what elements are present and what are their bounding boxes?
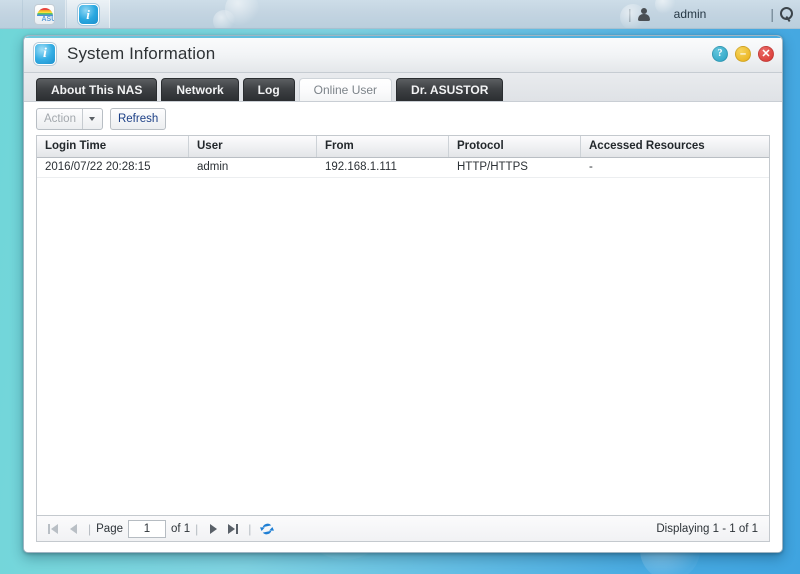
- taskbar-item-asustor-logo[interactable]: ASUSTOR: [22, 0, 66, 28]
- window-controls: ? – ✕: [712, 46, 774, 62]
- search-icon[interactable]: [779, 6, 794, 22]
- last-page-icon: [228, 523, 236, 534]
- table-header-row: Login Time User From Protocol Accessed R…: [37, 136, 769, 158]
- last-page-button[interactable]: [223, 519, 243, 539]
- toolbar: Action Refresh: [24, 102, 782, 135]
- pager-separator: |: [248, 521, 252, 536]
- page-label: Page: [96, 522, 123, 535]
- previous-page-button[interactable]: [63, 519, 83, 539]
- asustor-logo-icon: ASUSTOR: [33, 3, 55, 25]
- pager-separator: |: [195, 521, 199, 536]
- page-title: System Information: [67, 44, 216, 63]
- window-content: Action Refresh Login Time User From Prot…: [24, 102, 782, 552]
- minimize-button[interactable]: –: [735, 46, 751, 62]
- desktop: ASUSTOR i | admin | i System Information…: [0, 0, 800, 574]
- column-header-from[interactable]: From: [317, 136, 449, 157]
- person-icon[interactable]: [637, 7, 650, 22]
- cell-user: admin: [197, 161, 229, 173]
- table-row[interactable]: 2016/07/22 20:28:15 admin 192.168.1.111 …: [37, 158, 769, 178]
- pagination-status: Displaying 1 - 1 of 1: [656, 522, 758, 535]
- tab-about-this-nas[interactable]: About This NAS: [36, 78, 158, 101]
- previous-page-icon: [69, 523, 77, 534]
- tab-online-user[interactable]: Online User: [298, 78, 393, 101]
- info-icon: i: [77, 3, 99, 25]
- help-button[interactable]: ?: [712, 46, 728, 62]
- close-button[interactable]: ✕: [758, 46, 774, 62]
- taskbar-item-system-information[interactable]: i: [66, 0, 110, 28]
- tab-bar: About This NAS Network Log Online User D…: [24, 73, 782, 102]
- tab-dr-asustor[interactable]: Dr. ASUSTOR: [396, 78, 504, 101]
- pager-separator: |: [88, 521, 92, 536]
- page-total-label: of 1: [170, 522, 191, 535]
- taskbar-bubble: [213, 10, 235, 28]
- cell-accessed-resources: -: [589, 161, 593, 173]
- window-titlebar[interactable]: i System Information ? – ✕: [24, 36, 782, 73]
- asustor-logo-letter: ASUSTOR: [41, 15, 54, 23]
- pagination-bar: | Page of 1 | | Displaying: [36, 515, 770, 542]
- tab-log[interactable]: Log: [242, 78, 295, 101]
- system-information-window: i System Information ? – ✕ About This NA…: [23, 35, 783, 553]
- first-page-icon: [51, 523, 58, 534]
- info-icon: i: [34, 43, 56, 65]
- next-page-button[interactable]: [203, 519, 223, 539]
- column-header-accessed-resources[interactable]: Accessed Resources: [581, 136, 769, 157]
- column-header-protocol[interactable]: Protocol: [449, 136, 581, 157]
- online-user-table: Login Time User From Protocol Accessed R…: [36, 135, 770, 515]
- action-button[interactable]: Action: [36, 107, 103, 130]
- tab-network[interactable]: Network: [161, 78, 239, 101]
- next-page-icon: [209, 523, 217, 534]
- table-body: 2016/07/22 20:28:15 admin 192.168.1.111 …: [37, 158, 769, 515]
- column-header-user[interactable]: User: [189, 136, 317, 157]
- first-page-button[interactable]: [43, 519, 63, 539]
- page-number-input[interactable]: [127, 519, 166, 538]
- cell-from: 192.168.1.111: [325, 161, 397, 173]
- refresh-icon[interactable]: [260, 522, 275, 536]
- cell-protocol: HTTP/HTTPS: [457, 161, 528, 173]
- chevron-down-icon: [81, 108, 95, 129]
- cell-login-time: 2016/07/22 20:28:15: [45, 161, 151, 173]
- column-header-login-time[interactable]: Login Time: [37, 136, 189, 157]
- action-button-label: Action: [44, 112, 76, 125]
- taskbar-left-spacer: [0, 0, 22, 28]
- taskbar-username: admin: [673, 7, 707, 21]
- taskbar-right: | admin |: [626, 0, 800, 28]
- refresh-button[interactable]: Refresh: [109, 107, 167, 130]
- taskbar-separator: |: [770, 6, 774, 22]
- taskbar: ASUSTOR i | admin |: [0, 0, 800, 29]
